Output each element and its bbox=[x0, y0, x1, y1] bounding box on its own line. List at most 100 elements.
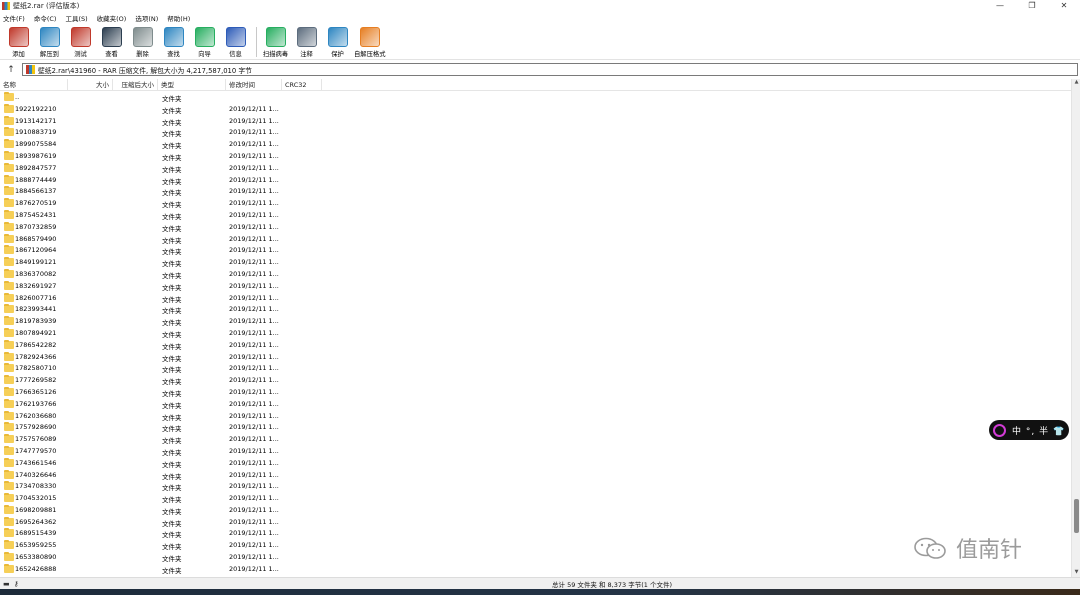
watermark: 值南针 bbox=[912, 532, 1022, 564]
file-row[interactable]: 1826007716 文件夹 2019/12/11 1... bbox=[0, 292, 1071, 304]
toolbar-button-comment[interactable]: 注释 bbox=[292, 27, 321, 58]
column-header-name[interactable]: 名称 bbox=[0, 79, 68, 91]
scroll-thumb[interactable] bbox=[1074, 499, 1079, 534]
toolbar-button-virus-scan[interactable]: 扫描病毒 bbox=[261, 27, 290, 58]
file-row[interactable]: 1868579490 文件夹 2019/12/11 1... bbox=[0, 233, 1071, 245]
toolbar-button-add-archive[interactable]: 添加 bbox=[4, 27, 33, 58]
drive-icon[interactable]: ▬ bbox=[3, 580, 10, 588]
file-row[interactable]: 1867120964 文件夹 2019/12/11 1... bbox=[0, 244, 1071, 256]
file-row[interactable]: 1892847577 文件夹 2019/12/11 1... bbox=[0, 162, 1071, 174]
file-row[interactable]: 1762036680 文件夹 2019/12/11 1... bbox=[0, 410, 1071, 422]
ime-toolbar[interactable]: 中 °, 半 👕 bbox=[989, 420, 1069, 440]
toolbar-button-magnifier[interactable]: 查找 bbox=[159, 27, 188, 58]
menu-file[interactable]: 文件(F) bbox=[3, 13, 25, 23]
file-row[interactable]: 1807894921 文件夹 2019/12/11 1... bbox=[0, 327, 1071, 339]
file-row[interactable]: 1819783939 文件夹 2019/12/11 1... bbox=[0, 315, 1071, 327]
file-name: 1698209881 bbox=[15, 505, 57, 514]
file-row[interactable]: 1689515439 文件夹 2019/12/11 1... bbox=[0, 527, 1071, 539]
file-row[interactable]: 1913142171 文件夹 2019/12/11 1... bbox=[0, 115, 1071, 127]
file-row[interactable]: 1922192210 文件夹 2019/12/11 1... bbox=[0, 103, 1071, 115]
toolbar-button-wizard-wand[interactable]: 向导 bbox=[190, 27, 219, 58]
file-type: 文件夹 bbox=[162, 437, 182, 446]
add-archive-icon bbox=[8, 27, 29, 47]
file-row[interactable]: 1653380890 文件夹 2019/12/11 1... bbox=[0, 551, 1071, 563]
toolbar-button-extract-folder[interactable]: 解压到 bbox=[35, 27, 64, 58]
toolbar-button-test[interactable]: 测试 bbox=[66, 27, 95, 58]
vertical-scrollbar[interactable]: ▲ ▼ bbox=[1071, 79, 1080, 577]
file-row[interactable]: 1653959255 文件夹 2019/12/11 1... bbox=[0, 539, 1071, 551]
file-type: 文件夹 bbox=[162, 507, 182, 516]
toolbar-button-label: 查找 bbox=[167, 51, 180, 58]
file-row[interactable]: 1910883719 文件夹 2019/12/11 1... bbox=[0, 126, 1071, 138]
column-header-type[interactable]: 类型 bbox=[158, 79, 226, 91]
address-field[interactable]: 壁纸2.rar\431960 - RAR 压缩文件, 解包大小为 4,217,5… bbox=[22, 63, 1078, 76]
folder-icon bbox=[4, 280, 14, 290]
file-row[interactable]: 1836370082 文件夹 2019/12/11 1... bbox=[0, 268, 1071, 280]
file-row[interactable]: 1740326646 文件夹 2019/12/11 1... bbox=[0, 469, 1071, 481]
up-folder-button[interactable]: ↑ bbox=[0, 65, 22, 75]
toolbar-button-info[interactable]: 信息 bbox=[221, 27, 250, 58]
file-row[interactable]: .. 文件夹 bbox=[0, 91, 1071, 103]
file-row[interactable]: 1884566137 文件夹 2019/12/11 1... bbox=[0, 185, 1071, 197]
file-row[interactable]: 1757576089 文件夹 2019/12/11 1... bbox=[0, 433, 1071, 445]
scroll-up-arrow-icon[interactable]: ▲ bbox=[1072, 79, 1080, 87]
scroll-down-arrow-icon[interactable]: ▼ bbox=[1072, 569, 1080, 577]
menu-commands[interactable]: 命令(C) bbox=[34, 13, 57, 23]
file-name: 1867120964 bbox=[15, 246, 57, 255]
file-row[interactable]: 1762193766 文件夹 2019/12/11 1... bbox=[0, 398, 1071, 410]
column-header-size[interactable]: 大小 bbox=[68, 79, 113, 91]
file-row[interactable]: 1832691927 文件夹 2019/12/11 1... bbox=[0, 280, 1071, 292]
file-row[interactable]: 1704532015 文件夹 2019/12/11 1... bbox=[0, 492, 1071, 504]
file-type: 文件夹 bbox=[162, 319, 182, 328]
file-row[interactable]: 1870732859 文件夹 2019/12/11 1... bbox=[0, 221, 1071, 233]
file-modified: 2019/12/11 1... bbox=[229, 199, 279, 208]
toolbar-button-label: 扫描病毒 bbox=[262, 51, 289, 58]
file-name: 1876270519 bbox=[15, 199, 57, 208]
folder-icon bbox=[4, 552, 14, 562]
file-row[interactable]: 1786542282 文件夹 2019/12/11 1... bbox=[0, 339, 1071, 351]
rar-archive-icon bbox=[26, 65, 35, 74]
column-header-packed[interactable]: 压缩后大小 bbox=[113, 79, 158, 91]
file-row[interactable]: 1876270519 文件夹 2019/12/11 1... bbox=[0, 197, 1071, 209]
file-row[interactable]: 1893987619 文件夹 2019/12/11 1... bbox=[0, 150, 1071, 162]
file-row[interactable]: 1875452431 文件夹 2019/12/11 1... bbox=[0, 209, 1071, 221]
file-name: .. bbox=[15, 93, 20, 101]
column-header-modified[interactable]: 修改时间 bbox=[226, 79, 282, 91]
file-row[interactable]: 1766365126 文件夹 2019/12/11 1... bbox=[0, 386, 1071, 398]
file-row[interactable]: 1823993441 文件夹 2019/12/11 1... bbox=[0, 303, 1071, 315]
file-row[interactable]: 1899075584 文件夹 2019/12/11 1... bbox=[0, 138, 1071, 150]
menu-favorites[interactable]: 收藏夹(O) bbox=[97, 13, 127, 23]
column-header-crc[interactable]: CRC32 bbox=[282, 79, 322, 91]
file-row[interactable]: 1743661546 文件夹 2019/12/11 1... bbox=[0, 457, 1071, 469]
file-modified: 2019/12/11 1... bbox=[229, 187, 279, 196]
close-button[interactable]: ✕ bbox=[1048, 0, 1080, 12]
file-row[interactable]: 1757928690 文件夹 2019/12/11 1... bbox=[0, 421, 1071, 433]
magnifier-icon bbox=[163, 27, 184, 47]
minimize-button[interactable]: — bbox=[984, 0, 1016, 12]
file-row[interactable]: 1888774449 文件夹 2019/12/11 1... bbox=[0, 174, 1071, 186]
file-row[interactable]: 1777269582 文件夹 2019/12/11 1... bbox=[0, 374, 1071, 386]
file-list[interactable]: 名称 大小 压缩后大小 类型 修改时间 CRC32 .. 文件夹 192219221… bbox=[0, 79, 1071, 577]
file-row[interactable]: 1734708330 文件夹 2019/12/11 1... bbox=[0, 480, 1071, 492]
file-row[interactable]: 1782924366 文件夹 2019/12/11 1... bbox=[0, 351, 1071, 363]
maximize-button[interactable]: ❐ bbox=[1016, 0, 1048, 12]
folder-icon bbox=[4, 434, 14, 444]
toolbar-button-sfx-archive[interactable]: 自解压格式 bbox=[354, 27, 385, 58]
file-row[interactable]: 1698209881 文件夹 2019/12/11 1... bbox=[0, 504, 1071, 516]
file-row[interactable]: 1782580710 文件夹 2019/12/11 1... bbox=[0, 362, 1071, 374]
menu-tools[interactable]: 工具(S) bbox=[65, 13, 87, 23]
menu-help[interactable]: 帮助(H) bbox=[167, 13, 190, 23]
toolbar-button-view-book[interactable]: 查看 bbox=[97, 27, 126, 58]
file-row[interactable]: 1747779570 文件夹 2019/12/11 1... bbox=[0, 445, 1071, 457]
toolbar-button-trash[interactable]: 删除 bbox=[128, 27, 157, 58]
file-row[interactable]: 1695264362 文件夹 2019/12/11 1... bbox=[0, 516, 1071, 528]
file-row[interactable]: 1849199121 文件夹 2019/12/11 1... bbox=[0, 256, 1071, 268]
toolbar-button-shield[interactable]: 保护 bbox=[323, 27, 352, 58]
file-row[interactable]: 1652426888 文件夹 2019/12/11 1... bbox=[0, 563, 1071, 575]
file-type: 文件夹 bbox=[162, 378, 182, 387]
menu-options[interactable]: 选项(N) bbox=[135, 13, 158, 23]
folder-icon bbox=[4, 150, 14, 160]
file-name: 1892847577 bbox=[15, 163, 57, 172]
file-modified: 2019/12/11 1... bbox=[229, 151, 279, 160]
key-icon[interactable]: ⚷ bbox=[14, 580, 19, 588]
